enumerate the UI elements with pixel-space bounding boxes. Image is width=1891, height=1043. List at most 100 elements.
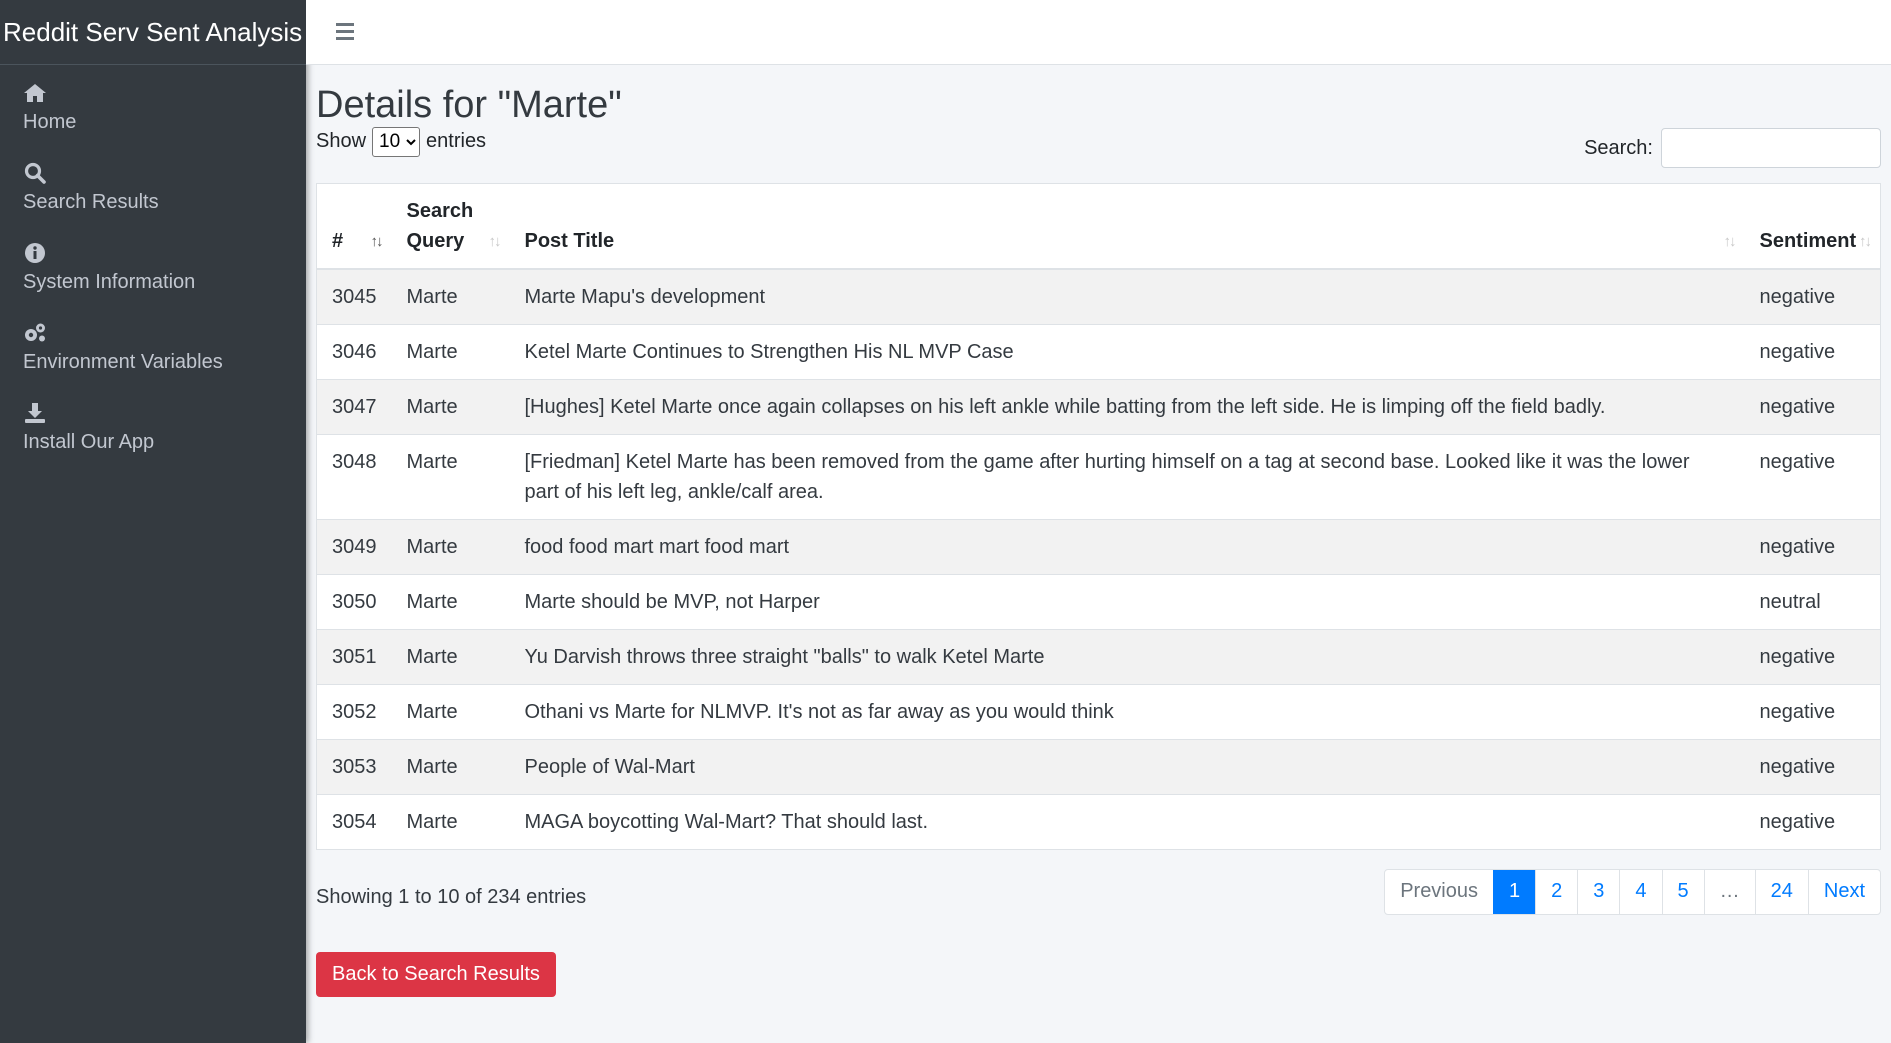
cell-title: MAGA boycotting Wal-Mart? That should la… — [509, 793, 1745, 850]
sidebar-item-environment-variables[interactable]: Environment Variables — [0, 313, 306, 393]
details-table: # ↑↓ Search Query ↑↓ Post Title ↑↓ Senti… — [316, 182, 1881, 850]
cell-query: Marte — [391, 683, 510, 740]
pagination-page[interactable]: 2 — [1535, 869, 1577, 914]
cell-id: 3052 — [316, 683, 392, 740]
cell-query: Marte — [391, 793, 510, 850]
cell-id: 3053 — [316, 738, 392, 795]
cell-sentiment: negative — [1744, 433, 1881, 520]
cell-id: 3045 — [316, 268, 392, 325]
pagination-page[interactable]: 3 — [1577, 869, 1619, 914]
table-row: 3047 Marte [Hughes] Ketel Marte once aga… — [316, 378, 1881, 435]
page-title: Details for "Marte" — [316, 84, 622, 126]
brand-title[interactable]: Reddit Serv Sent Analysis — [0, 0, 306, 65]
search-label: Search: — [1584, 136, 1653, 159]
entries-per-page-select[interactable]: 10 — [372, 126, 421, 157]
pagination-page[interactable]: 5 — [1661, 869, 1704, 914]
cell-query: Marte — [391, 628, 510, 685]
cell-title: Yu Darvish throws three straight "balls"… — [509, 628, 1745, 685]
cell-title: [Friedman] Ketel Marte has been removed … — [509, 433, 1745, 520]
sidebar-item-label: Environment Variables — [23, 351, 223, 373]
cell-query: Marte — [391, 518, 510, 575]
table-row: 3046 Marte Ketel Marte Continues to Stre… — [316, 323, 1881, 380]
column-header-sentiment[interactable]: Sentiment ↑↓ — [1744, 183, 1881, 270]
cell-title: People of Wal-Mart — [509, 738, 1745, 795]
sidebar-item-home[interactable]: Home — [0, 73, 306, 153]
cell-sentiment: negative — [1744, 738, 1881, 795]
cell-query: Marte — [391, 433, 510, 520]
cell-sentiment: negative — [1744, 628, 1881, 685]
main-content: Details for "Marte" Show 10 entries Sear… — [316, 65, 1881, 997]
cell-title: Othani vs Marte for NLMVP. It's not as f… — [509, 683, 1745, 740]
sidebar-nav: Home Search Results System Information E… — [0, 65, 306, 473]
cell-id: 3049 — [316, 518, 392, 575]
cell-query: Marte — [391, 738, 510, 795]
cell-sentiment: negative — [1744, 268, 1881, 325]
pagination-previous[interactable]: Previous — [1385, 870, 1493, 914]
info-icon — [23, 241, 49, 267]
cell-sentiment: neutral — [1744, 573, 1881, 630]
table-row: 3052 Marte Othani vs Marte for NLMVP. It… — [316, 683, 1881, 740]
sidebar-item-label: System Information — [23, 271, 196, 293]
sidebar-item-label: Home — [23, 111, 77, 133]
cell-sentiment: negative — [1744, 323, 1881, 380]
column-header-label: Search Query — [406, 199, 474, 252]
cell-sentiment: negative — [1744, 518, 1881, 575]
sidebar-item-label: Search Results — [23, 191, 159, 213]
entries-label: entries — [426, 130, 487, 153]
sort-icon: ↑↓ — [1859, 233, 1872, 251]
pagination: Previous 1 2 3 4 5 … 24 Next — [1384, 868, 1881, 915]
table-row: 3048 Marte [Friedman] Ketel Marte has be… — [316, 433, 1881, 520]
table-row: 3053 Marte People of Wal-Mart negative — [316, 738, 1881, 795]
pagination-next[interactable]: Next — [1807, 869, 1880, 914]
top-navbar — [306, 0, 1891, 65]
column-header-search-query[interactable]: Search Query ↑↓ — [391, 183, 510, 270]
search-input[interactable] — [1661, 128, 1881, 168]
back-to-search-results-button[interactable]: Back to Search Results — [316, 951, 556, 997]
cell-sentiment: negative — [1744, 378, 1881, 435]
cell-id: 3051 — [316, 628, 392, 685]
cell-sentiment: negative — [1744, 683, 1881, 740]
cell-sentiment: negative — [1744, 793, 1881, 850]
sidebar: Reddit Serv Sent Analysis Home Search Re… — [0, 0, 306, 1043]
cell-title: Marte should be MVP, not Harper — [509, 573, 1745, 630]
sidebar-item-search-results[interactable]: Search Results — [0, 153, 306, 233]
cell-id: 3047 — [316, 378, 392, 435]
cell-query: Marte — [391, 573, 510, 630]
cell-title: [Hughes] Ketel Marte once again collapse… — [509, 378, 1745, 435]
home-icon — [23, 81, 49, 107]
show-label: Show — [316, 130, 367, 153]
pagination-page[interactable]: 4 — [1619, 869, 1661, 914]
column-header-label: Sentiment — [1759, 229, 1857, 252]
sidebar-item-install-app[interactable]: Install Our App — [0, 393, 306, 473]
cell-query: Marte — [391, 378, 510, 435]
cell-title: food food mart mart food mart — [509, 518, 1745, 575]
sidebar-item-system-information[interactable]: System Information — [0, 233, 306, 313]
column-header-number[interactable]: # ↑↓ — [316, 183, 392, 270]
download-icon — [23, 401, 49, 427]
table-row: 3049 Marte food food mart mart food mart… — [316, 518, 1881, 575]
sort-asc-icon: ↑↓ — [370, 233, 384, 251]
cell-id: 3054 — [316, 793, 392, 850]
cell-title: Marte Mapu's development — [509, 268, 1745, 325]
table-info: Showing 1 to 10 of 234 entries — [316, 885, 587, 908]
sidebar-item-label: Install Our App — [23, 431, 155, 453]
table-footer: Showing 1 to 10 of 234 entries Previous … — [316, 850, 1881, 940]
gears-icon — [23, 321, 49, 347]
table-row: 3050 Marte Marte should be MVP, not Harp… — [316, 573, 1881, 630]
pagination-page[interactable]: 24 — [1754, 869, 1808, 914]
cell-id: 3046 — [316, 323, 392, 380]
menu-toggle-icon[interactable] — [336, 20, 362, 44]
column-header-post-title[interactable]: Post Title ↑↓ — [509, 183, 1745, 270]
table-row: 3054 Marte MAGA boycotting Wal-Mart? Tha… — [316, 793, 1881, 850]
column-header-label: Post Title — [524, 229, 615, 252]
table-header-row: # ↑↓ Search Query ↑↓ Post Title ↑↓ Senti… — [316, 183, 1881, 270]
cell-query: Marte — [391, 268, 510, 325]
sort-icon: ↑↓ — [1723, 233, 1737, 251]
search-icon — [23, 161, 49, 187]
pagination-page[interactable]: 1 — [1493, 869, 1536, 914]
cell-id: 3050 — [316, 573, 392, 630]
table-row: 3045 Marte Marte Mapu's development nega… — [316, 268, 1881, 325]
cell-query: Marte — [391, 323, 510, 380]
cell-id: 3048 — [316, 433, 392, 520]
pagination-ellipsis: … — [1703, 869, 1755, 914]
